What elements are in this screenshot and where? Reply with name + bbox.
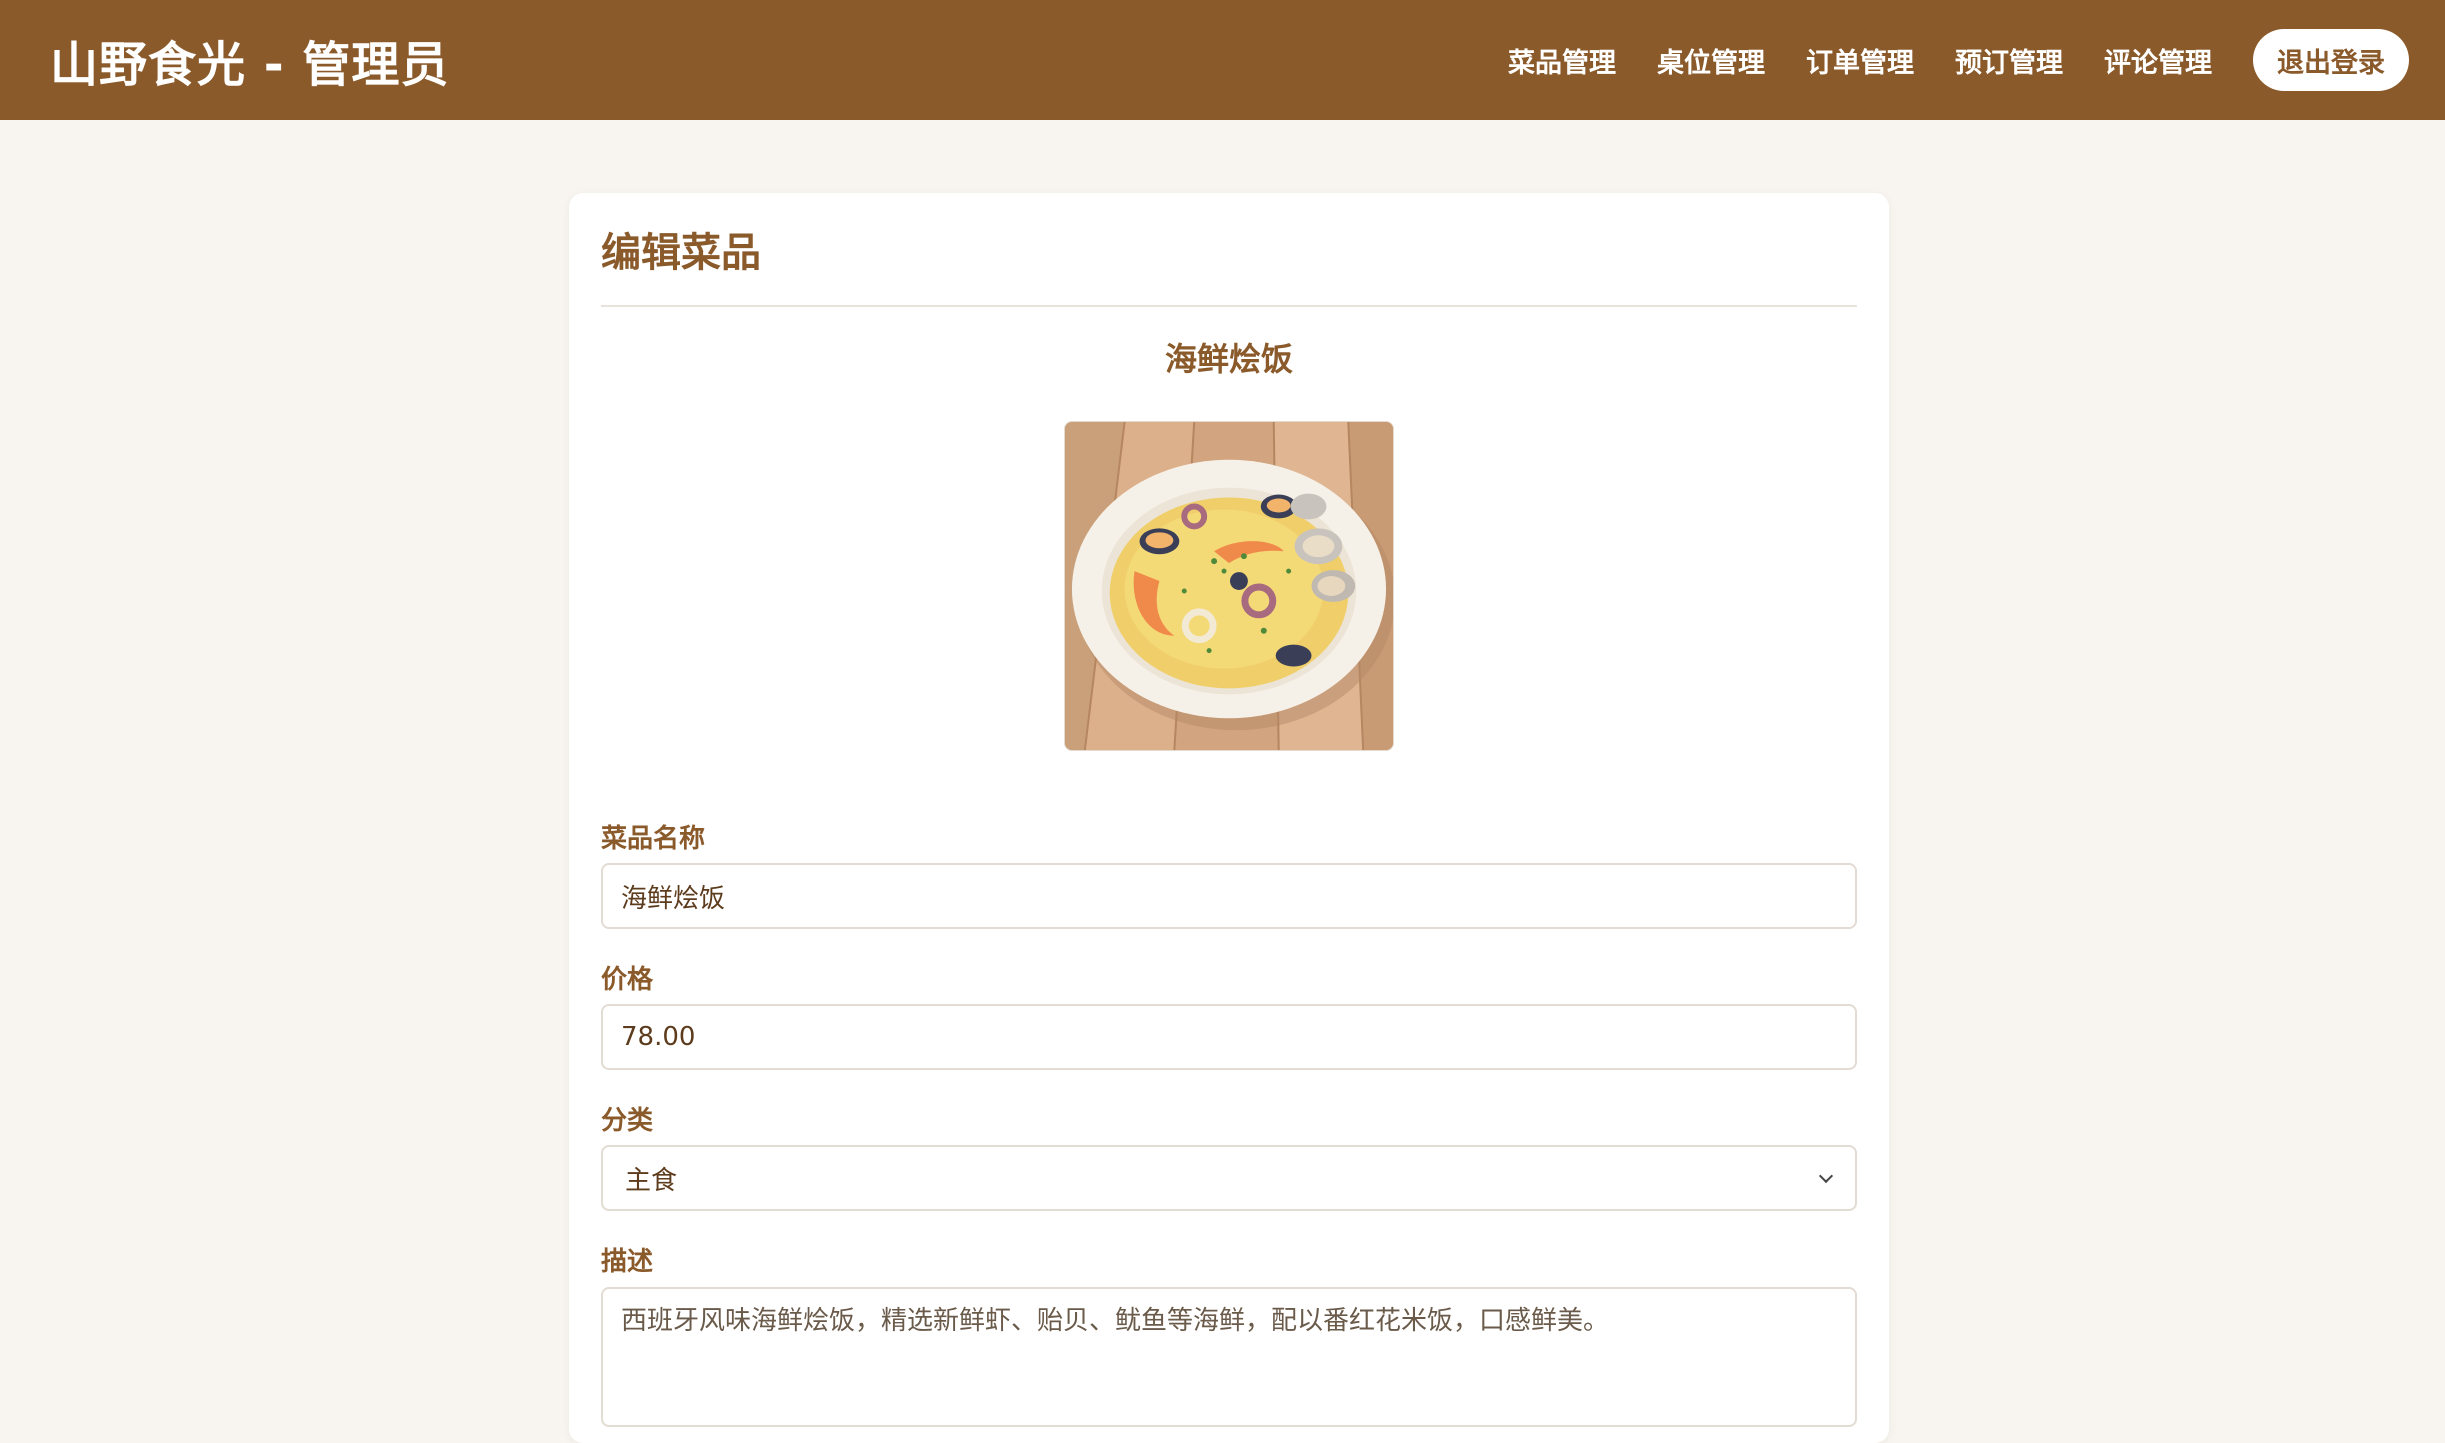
description-textarea[interactable]: 西班牙风味海鲜烩饭，精选新鲜虾、贻贝、鱿鱼等海鲜，配以番红花米饭，口感鲜美。 xyxy=(601,1287,1857,1427)
nav-item-dishes[interactable]: 菜品管理 xyxy=(1508,41,1616,80)
logout-button[interactable]: 退出登录 xyxy=(2253,29,2409,91)
description-label: 描述 xyxy=(601,1247,654,1277)
category-selected-value: 主食 xyxy=(625,1165,678,1196)
dish-name-input[interactable]: 海鲜烩饭 xyxy=(601,863,1857,929)
category-select[interactable]: 主食 xyxy=(601,1145,1857,1211)
edit-dish-card: 编辑菜品 海鲜烩饭 菜品名称 海鲜烩饭 价格 78.00 分类 主食 描述 西班… xyxy=(569,193,1889,1443)
title-divider xyxy=(601,305,1857,307)
nav-item-orders[interactable]: 订单管理 xyxy=(1806,41,1914,80)
seafood-rice-image-icon xyxy=(1065,422,1393,750)
nav-item-reviews[interactable]: 评论管理 xyxy=(2104,41,2212,80)
price-input[interactable]: 78.00 xyxy=(601,1004,1857,1070)
chevron-down-icon xyxy=(1819,1171,1833,1185)
dish-name-heading: 海鲜烩饭 xyxy=(1164,340,1293,378)
admin-nav: 菜品管理 桌位管理 订单管理 预订管理 评论管理 退出登录 xyxy=(1508,0,2409,120)
price-label: 价格 xyxy=(601,965,654,995)
top-navigation-bar: 山野食光 - 管理员 菜品管理 桌位管理 订单管理 预订管理 评论管理 退出登录 xyxy=(0,0,2445,120)
dish-photo xyxy=(1064,421,1394,751)
dish-name-label: 菜品名称 xyxy=(601,824,706,854)
category-label: 分类 xyxy=(601,1106,654,1136)
nav-item-reservations[interactable]: 预订管理 xyxy=(1955,41,2063,80)
page-title: 编辑菜品 xyxy=(601,230,761,276)
nav-item-tables[interactable]: 桌位管理 xyxy=(1657,41,1765,80)
site-brand-title: 山野食光 - 管理员 xyxy=(50,37,450,93)
